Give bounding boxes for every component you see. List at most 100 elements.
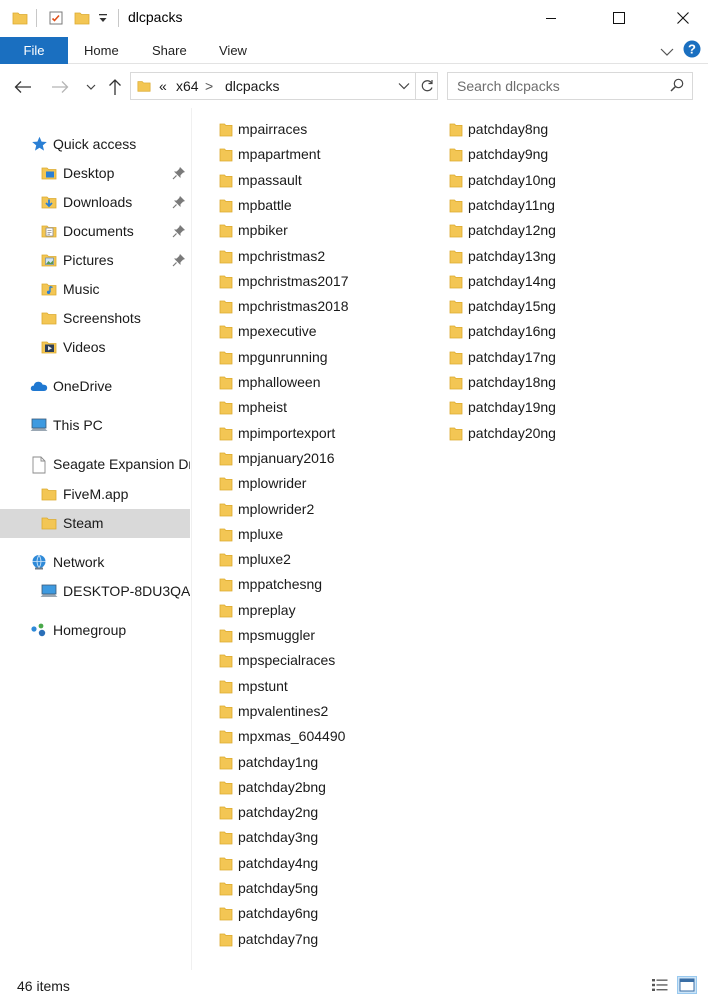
folder-item[interactable]: mpbattle (219, 194, 439, 218)
customize-dropdown-icon[interactable] (98, 12, 108, 28)
details-view-button[interactable] (650, 976, 670, 994)
folder-item[interactable]: mpairraces (219, 118, 439, 142)
breadcrumb-x64[interactable]: x64 (176, 78, 199, 94)
nav-item-network[interactable]: Network (0, 548, 190, 577)
folder-item[interactable]: patchday12ng (449, 219, 669, 243)
up-button[interactable] (104, 76, 126, 98)
tab-share[interactable]: Share (152, 37, 187, 64)
refresh-button[interactable] (415, 73, 437, 99)
folder-item[interactable]: patchday2bng (219, 776, 439, 800)
folder-item[interactable]: patchday13ng (449, 245, 669, 269)
folder-item[interactable]: mpheist (219, 396, 439, 420)
folder-item[interactable]: patchday6ng (219, 902, 439, 926)
folder-item[interactable]: patchday16ng (449, 320, 669, 344)
folder-item[interactable]: patchday20ng (449, 422, 669, 446)
folder-item[interactable]: mpjanuary2016 (219, 447, 439, 471)
folder-icon (219, 274, 233, 292)
new-folder-icon[interactable] (74, 10, 90, 29)
folder-item[interactable]: mpassault (219, 169, 439, 193)
nav-item-onedrive[interactable]: OneDrive (0, 372, 190, 401)
close-button[interactable] (660, 0, 706, 36)
nav-item-videos[interactable]: Videos (0, 333, 190, 362)
nav-item-desktop[interactable]: Desktop (0, 159, 190, 188)
back-button[interactable] (12, 76, 34, 98)
folder-item[interactable]: mpxmas_604490 (219, 725, 439, 749)
nav-item-pictures[interactable]: Pictures (0, 246, 190, 275)
breadcrumb-dlcpacks[interactable]: dlcpacks (225, 78, 279, 94)
folder-name: mpsmuggler (238, 627, 316, 643)
folder-item[interactable]: mpchristmas2018 (219, 295, 439, 319)
folder-item[interactable]: patchday15ng (449, 295, 669, 319)
details-view-icon (652, 979, 668, 991)
folder-item[interactable]: patchday9ng (449, 143, 669, 167)
address-history-button[interactable] (393, 73, 415, 99)
search-icon[interactable] (670, 78, 684, 95)
folder-item[interactable]: mpsmuggler (219, 624, 439, 648)
address-bar[interactable]: « x64 > dlcpacks (130, 72, 438, 100)
help-icon[interactable]: ? (683, 40, 701, 61)
folder-item[interactable]: mpchristmas2017 (219, 270, 439, 294)
folder-item[interactable]: patchday17ng (449, 346, 669, 370)
folder-item[interactable]: mpchristmas2 (219, 245, 439, 269)
folder-item[interactable]: mpluxe (219, 523, 439, 547)
folder-name: patchday18ng (468, 374, 556, 390)
folder-item[interactable]: patchday3ng (219, 826, 439, 850)
folder-item[interactable]: mpspecialraces (219, 649, 439, 673)
folder-item[interactable]: mppatchesng (219, 573, 439, 597)
folder-item[interactable]: mpvalentines2 (219, 700, 439, 724)
folder-item[interactable]: patchday10ng (449, 169, 669, 193)
folder-item[interactable]: patchday1ng (219, 751, 439, 775)
recent-locations-button[interactable] (80, 76, 102, 98)
folder-icon (449, 147, 463, 165)
folder-item[interactable]: patchday18ng (449, 371, 669, 395)
nav-item-documents[interactable]: Documents (0, 217, 190, 246)
folder-item[interactable]: mplowrider2 (219, 498, 439, 522)
folder-item[interactable]: patchday8ng (449, 118, 669, 142)
nav-item-desktop-8du3qac[interactable]: DESKTOP-8DU3QAC (0, 577, 190, 606)
properties-icon[interactable] (48, 10, 64, 29)
nav-item-homegroup[interactable]: Homegroup (0, 616, 190, 645)
folder-name: mpvalentines2 (238, 702, 329, 719)
search-input[interactable] (448, 73, 658, 99)
folder-item[interactable]: mpimportexport (219, 422, 439, 446)
folder-item[interactable]: patchday19ng (449, 396, 669, 420)
maximize-button[interactable] (596, 0, 642, 36)
forward-button[interactable] (49, 76, 71, 98)
folder-item[interactable]: patchday4ng (219, 852, 439, 876)
folder-name: mpassault (238, 171, 302, 188)
nav-item-seagate-drive[interactable]: Seagate Expansion Drive (0, 450, 190, 479)
folder-item[interactable]: patchday2ng (219, 801, 439, 825)
folder-item[interactable]: patchday14ng (449, 270, 669, 294)
folder-item[interactable]: mpapartment (219, 143, 439, 167)
minimize-button[interactable] (528, 0, 574, 36)
folder-item[interactable]: mpgunrunning (219, 346, 439, 370)
breadcrumb-separator[interactable]: > (205, 78, 213, 94)
tab-home[interactable]: Home (84, 37, 119, 64)
folder-item[interactable]: mpreplay (219, 599, 439, 623)
nav-item-this-pc[interactable]: This PC (0, 411, 190, 440)
breadcrumb-overflow[interactable]: « (159, 78, 167, 94)
nav-item-steam[interactable]: Steam (0, 509, 190, 538)
nav-item-fivem-app[interactable]: FiveM.app (0, 480, 190, 509)
nav-item-screenshots[interactable]: Screenshots (0, 304, 190, 333)
search-box[interactable] (447, 72, 693, 100)
large-icons-view-button[interactable] (677, 976, 697, 994)
tab-file[interactable]: File (0, 37, 68, 64)
folder-item[interactable]: mpbiker (219, 219, 439, 243)
nav-item-music[interactable]: Music (0, 275, 190, 304)
nav-item-downloads[interactable]: Downloads (0, 188, 190, 217)
folder-item[interactable]: patchday5ng (219, 877, 439, 901)
folder-item[interactable]: mpexecutive (219, 320, 439, 344)
folder-item[interactable]: patchday7ng (219, 928, 439, 952)
folder-item[interactable]: mpluxe2 (219, 548, 439, 572)
expand-ribbon-icon[interactable] (660, 44, 674, 60)
folder-item[interactable]: patchday11ng (449, 194, 669, 218)
folder-item[interactable]: mpstunt (219, 675, 439, 699)
nav-item-quick-access[interactable]: Quick access (0, 130, 190, 159)
folder-icon[interactable] (12, 10, 28, 29)
folder-item[interactable]: mphalloween (219, 371, 439, 395)
folder-item[interactable]: mplowrider (219, 472, 439, 496)
tab-view[interactable]: View (219, 37, 247, 64)
folder-icon (219, 122, 233, 140)
folder-icon (449, 324, 463, 342)
